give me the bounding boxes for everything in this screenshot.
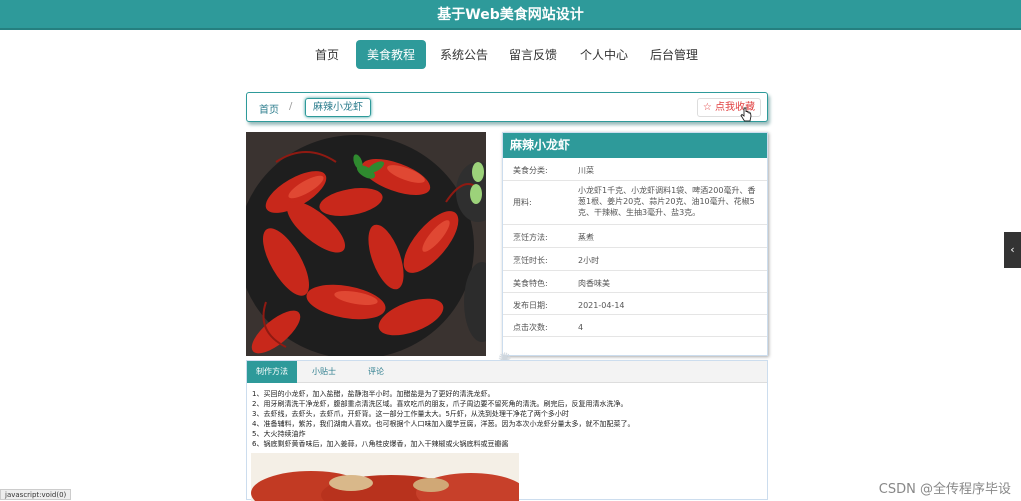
info-value: 川菜	[578, 166, 594, 175]
info-label: 美食分类:	[513, 166, 548, 175]
info-label: 烹饪时长:	[513, 256, 548, 265]
info-value: 4	[578, 323, 584, 332]
info-label: 用料:	[513, 198, 532, 207]
info-value: 小龙虾1千克、小龙虾调料1袋、啤酒200毫升、香葱1根、姜片20克、蒜片20克、…	[578, 186, 756, 217]
step-line: 1、买回的小龙虾，加入盐醋，盐静泡半小时。加醋盐是为了更好的清洗龙虾。	[252, 390, 495, 398]
nav-admin[interactable]: 后台管理	[646, 40, 702, 70]
info-value: 2021-04-14	[578, 301, 625, 310]
nav-announcement[interactable]: 系统公告	[436, 40, 492, 70]
food-info-panel: 麻辣小龙虾 美食分类: 川菜 用料: 小龙虾1千克、小龙虾调料1袋、啤酒200毫…	[502, 132, 768, 356]
step-line: 5、大火持续油炸	[252, 430, 306, 438]
info-value: 肉香味美	[578, 279, 610, 288]
info-value: 蒸煮	[578, 233, 594, 242]
nav-feedback[interactable]: 留言反馈	[505, 40, 561, 70]
nav-food-tutorial[interactable]: 美食教程	[356, 40, 426, 69]
step-line: 2、用牙刷清洗干净龙虾，腹部重点清洗区域。喜欢吃爪的朋友，爪子周边要不留死角的清…	[252, 400, 628, 408]
info-label: 美食特色:	[513, 279, 548, 288]
site-title: 基于Web美食网站设计	[437, 7, 584, 23]
tab-bar: 制作方法 小贴士 评论	[247, 361, 767, 383]
breadcrumb: 首页 / 麻辣小龙虾 ☆ 点我收藏	[246, 92, 768, 122]
info-label: 烹饪方法:	[513, 233, 548, 242]
food-title: 麻辣小龙虾	[503, 133, 767, 158]
step-line: 6、锅底剩虾黄香味后，加入姜蒜，八角桂皮爆香，加入干辣椒或火锅底料或豆瓣酱	[252, 440, 509, 448]
info-row-method: 烹饪方法: 蒸煮	[503, 225, 767, 248]
top-header: 基于Web美食网站设计	[0, 0, 1021, 30]
info-row-ingredients: 用料: 小龙虾1千克、小龙虾调料1袋、啤酒200毫升、香葱1根、姜片20克、蒜片…	[503, 181, 767, 225]
step-line: 3、去虾线，去虾头，去虾爪，开虾背。这一部分工作量太大。5斤虾，从洗到处理干净花…	[252, 410, 569, 418]
breadcrumb-home[interactable]: 首页	[259, 101, 279, 116]
info-row-category: 美食分类: 川菜	[503, 158, 767, 181]
breadcrumb-separator: /	[289, 101, 293, 112]
watermark: CSDN @全传程序毕设	[878, 482, 1011, 497]
step-photo	[251, 453, 519, 501]
browser-status-bar: javascript:void(0)	[0, 489, 72, 500]
tab-panel: 制作方法 小贴士 评论 1、买回的小龙虾，加入盐醋，盐静泡半小时。加醋盐是为了更…	[246, 360, 768, 501]
tab-tips[interactable]: 小贴士	[299, 361, 349, 383]
step-line: 4、准备辅料，紫苏，我们湖南人喜欢。也可根据个人口味加入魔芋豆腐，洋葱。因为本次…	[252, 420, 635, 428]
nav-user-center[interactable]: 个人中心	[576, 40, 632, 70]
method-steps: 1、买回的小龙虾，加入盐醋，盐静泡半小时。加醋盐是为了更好的清洗龙虾。 2、用牙…	[247, 383, 767, 449]
info-row-date: 发布日期: 2021-04-14	[503, 293, 767, 315]
info-row-feature: 美食特色: 肉香味美	[503, 271, 767, 293]
side-collapse-button[interactable]: ‹	[1004, 232, 1021, 268]
hand-cursor-icon	[740, 107, 752, 122]
info-label: 点击次数:	[513, 323, 548, 332]
info-value: 2小时	[578, 256, 600, 265]
info-label: 发布日期:	[513, 301, 548, 310]
food-photo	[246, 132, 486, 356]
info-row-duration: 烹饪时长: 2小时	[503, 248, 767, 271]
tab-comments[interactable]: 评论	[351, 361, 401, 383]
nav-home[interactable]: 首页	[306, 40, 348, 70]
info-row-clicks: 点击次数: 4	[503, 315, 767, 337]
breadcrumb-current: 麻辣小龙虾	[305, 98, 371, 117]
main-nav: 首页 美食教程 系统公告 留言反馈 个人中心 后台管理	[0, 40, 1021, 70]
tab-method[interactable]: 制作方法	[247, 361, 297, 383]
